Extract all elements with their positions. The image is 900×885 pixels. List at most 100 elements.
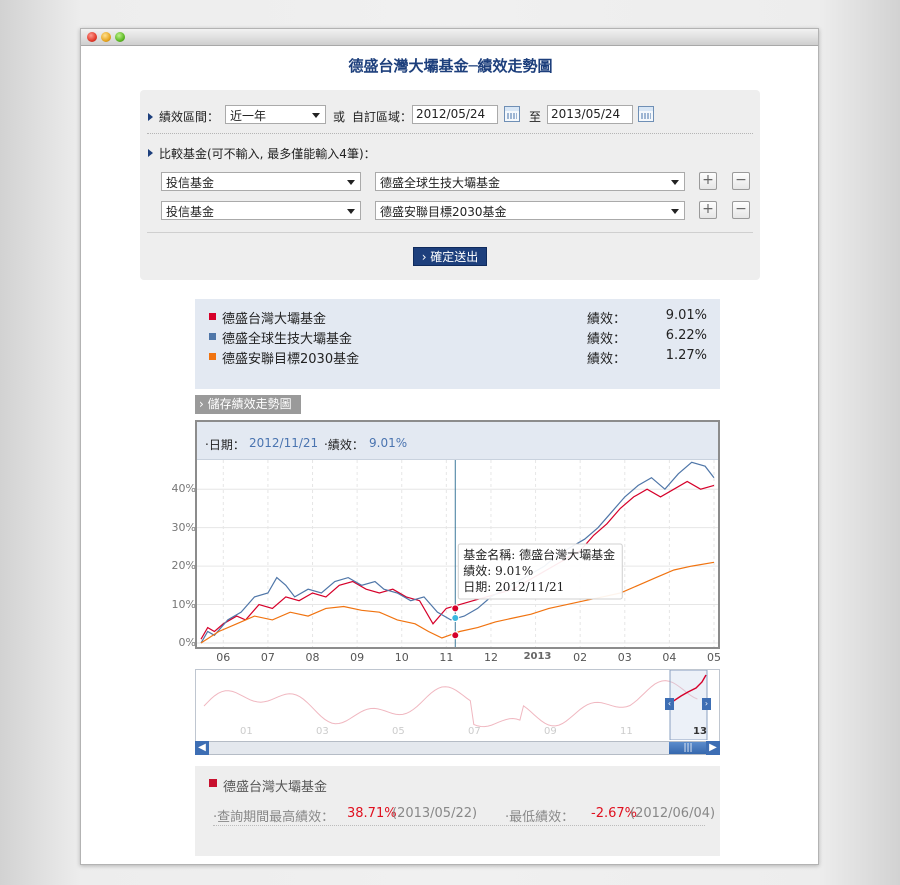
legend-item: 德盛台灣大壩基金 績效： 9.01% xyxy=(209,307,713,327)
chevron-down-icon xyxy=(671,209,679,214)
legend-perf-label: 績效： xyxy=(587,352,627,367)
chart-tooltip: 基金名稱: 德盛台灣大壩基金績效: 9.01% 日期: 2012/11/21 xyxy=(457,543,623,600)
minimize-window-icon[interactable] xyxy=(101,32,111,42)
legend-panel: 德盛台灣大壩基金 績效： 9.01% 德盛全球生技大壩基金 績效： 6.22% … xyxy=(195,299,720,389)
page-title: 德盛台灣大壩基金─績效走勢圖 xyxy=(348,57,553,75)
compare-category-value: 投信基金 xyxy=(166,205,215,219)
navigator-tick-label: 09 xyxy=(544,726,557,737)
compare-category-select-1[interactable]: 投信基金 xyxy=(161,172,361,191)
range-handle-left[interactable]: ‹ xyxy=(665,698,674,710)
x-tick-label: 12 xyxy=(483,651,498,664)
chart-readout: ‧日期： 2012/11/21 ‧績效： 9.01% xyxy=(197,422,718,460)
add-row-button[interactable]: + xyxy=(699,201,717,219)
remove-row-button[interactable]: − xyxy=(732,172,750,190)
y-tick-label: 0% xyxy=(178,636,196,649)
x-tick-label: 02 xyxy=(573,651,588,664)
max-date: (2013/05/22) xyxy=(392,806,478,821)
scrollbar-thumb[interactable]: ||| xyxy=(669,742,707,754)
x-tick-label: 07 xyxy=(260,651,275,664)
period-label: 績效區間： xyxy=(159,110,220,124)
x-tick-label: 06 xyxy=(216,651,231,664)
legend-perf-value: 1.27% xyxy=(665,348,707,363)
to-label: 至 xyxy=(529,110,542,124)
divider xyxy=(147,232,753,233)
min-date: (2012/06/04) xyxy=(630,806,716,821)
legend-item: 德盛全球生技大壩基金 績效： 6.22% xyxy=(209,327,713,347)
end-date-field[interactable]: 2013/05/24 xyxy=(547,105,633,124)
chevron-down-icon xyxy=(671,180,679,185)
compare-category-select-2[interactable]: 投信基金 xyxy=(161,201,361,220)
zoom-window-icon[interactable] xyxy=(115,32,125,42)
calendar-icon[interactable] xyxy=(638,106,654,122)
calendar-icon[interactable] xyxy=(504,106,520,122)
compare-fund-select-1[interactable]: 德盛全球生技大壩基金 xyxy=(375,172,685,191)
y-tick-label: 10% xyxy=(171,597,196,611)
y-tick-label: 20% xyxy=(171,559,196,573)
arrow-bullet-icon xyxy=(148,113,153,121)
remove-row-button[interactable]: − xyxy=(732,201,750,219)
x-tick-label: 2013 xyxy=(523,651,552,662)
tooltip-name-line: 基金名稱: 德盛台灣大壩基金 xyxy=(463,547,615,562)
navigator-tick-label: 05 xyxy=(392,726,405,737)
x-tick-label: 08 xyxy=(305,651,320,664)
divider xyxy=(147,133,753,134)
navigator-tick-label: 03 xyxy=(316,726,329,737)
perf-readout-value: 9.01% xyxy=(369,436,408,450)
tooltip-perf-line: 績效: 9.01% xyxy=(463,563,533,578)
navigator-scrollbar[interactable]: ◀ ||| ▶ xyxy=(195,741,720,755)
perf-readout-label: ‧績效： xyxy=(324,438,364,452)
chevron-down-icon xyxy=(347,180,355,185)
compare-fund-value: 德盛安聯目標2030基金 xyxy=(380,205,507,219)
x-tick-label: 11 xyxy=(439,651,454,664)
add-row-button[interactable]: + xyxy=(699,172,717,190)
legend-fund-name: 德盛台灣大壩基金 xyxy=(222,312,327,327)
navigator-tick-label: 13 xyxy=(693,726,707,737)
legend-perf-value: 9.01% xyxy=(665,308,707,323)
date-readout-label: ‧日期： xyxy=(205,438,245,452)
series-line-3 xyxy=(200,561,715,644)
x-tick-label: 05 xyxy=(707,651,721,664)
close-window-icon[interactable] xyxy=(87,32,97,42)
legend-fund-name: 德盛全球生技大壩基金 xyxy=(222,332,353,347)
y-tick-label: 40% xyxy=(171,482,196,496)
range-handle-right[interactable]: › xyxy=(702,698,711,710)
period-select[interactable]: 近一年 xyxy=(225,105,326,124)
legend-fund-name: 德盛安聯目標2030基金 xyxy=(222,352,360,367)
period-select-value: 近一年 xyxy=(230,109,267,123)
compare-fund-select-2[interactable]: 德盛安聯目標2030基金 xyxy=(375,201,685,220)
legend-item: 德盛安聯目標2030基金 績效： 1.27% xyxy=(209,347,713,367)
series-color-swatch xyxy=(209,313,216,320)
custom-range-label: 自訂區域： xyxy=(352,110,413,124)
save-chart-button[interactable]: › 儲存績效走勢圖 xyxy=(195,395,301,414)
x-tick-label: 04 xyxy=(662,651,677,664)
chevron-down-icon xyxy=(347,209,355,214)
legend-perf-value: 6.22% xyxy=(665,328,707,343)
arrow-bullet-icon xyxy=(148,149,153,157)
compare-fund-value: 德盛全球生技大壩基金 xyxy=(380,176,501,190)
x-tick-label: 03 xyxy=(617,651,632,664)
navigator-series-line xyxy=(203,680,698,728)
scroll-left-button[interactable]: ◀ xyxy=(195,741,209,755)
submit-button[interactable]: › 確定送出 xyxy=(413,247,487,266)
scroll-right-button[interactable]: ▶ xyxy=(706,741,720,755)
hover-marker xyxy=(451,614,460,623)
query-panel: 績效區間： 近一年 或 自訂區域： 2012/05/24 至 2013/05/2… xyxy=(140,90,760,280)
max-label: ‧查詢期間最高績效： xyxy=(213,810,335,825)
navigator-tick-label: 01 xyxy=(240,726,253,737)
date-readout-value: 2012/11/21 xyxy=(249,436,319,450)
browser-window: 德盛台灣大壩基金─績效走勢圖 績效區間： 近一年 或 自訂區域： 2012/05… xyxy=(80,28,819,865)
performance-chart[interactable]: ‧日期： 2012/11/21 ‧績效： 9.01% 基金名稱: 德盛台灣大壩基… xyxy=(195,420,720,649)
hover-marker xyxy=(451,631,460,640)
chart-plot-area[interactable]: 基金名稱: 德盛台灣大壩基金績效: 9.01% 日期: 2012/11/21 xyxy=(197,460,718,647)
compare-label: 比較基金(可不輸入, 最多僅能輸入4筆)： xyxy=(159,147,376,161)
series-color-swatch xyxy=(209,779,217,787)
navigator-tick-label: 11 xyxy=(620,726,633,737)
window-titlebar xyxy=(81,29,818,46)
navigator-plot[interactable] xyxy=(196,670,719,740)
min-label: ‧最低績效： xyxy=(505,810,575,825)
start-date-field[interactable]: 2012/05/24 xyxy=(412,105,498,124)
tooltip-date-line: 日期: 2012/11/21 xyxy=(463,580,564,594)
legend-perf-label: 績效： xyxy=(587,332,627,347)
y-tick-label: 30% xyxy=(171,520,196,534)
chevron-down-icon xyxy=(312,113,320,118)
